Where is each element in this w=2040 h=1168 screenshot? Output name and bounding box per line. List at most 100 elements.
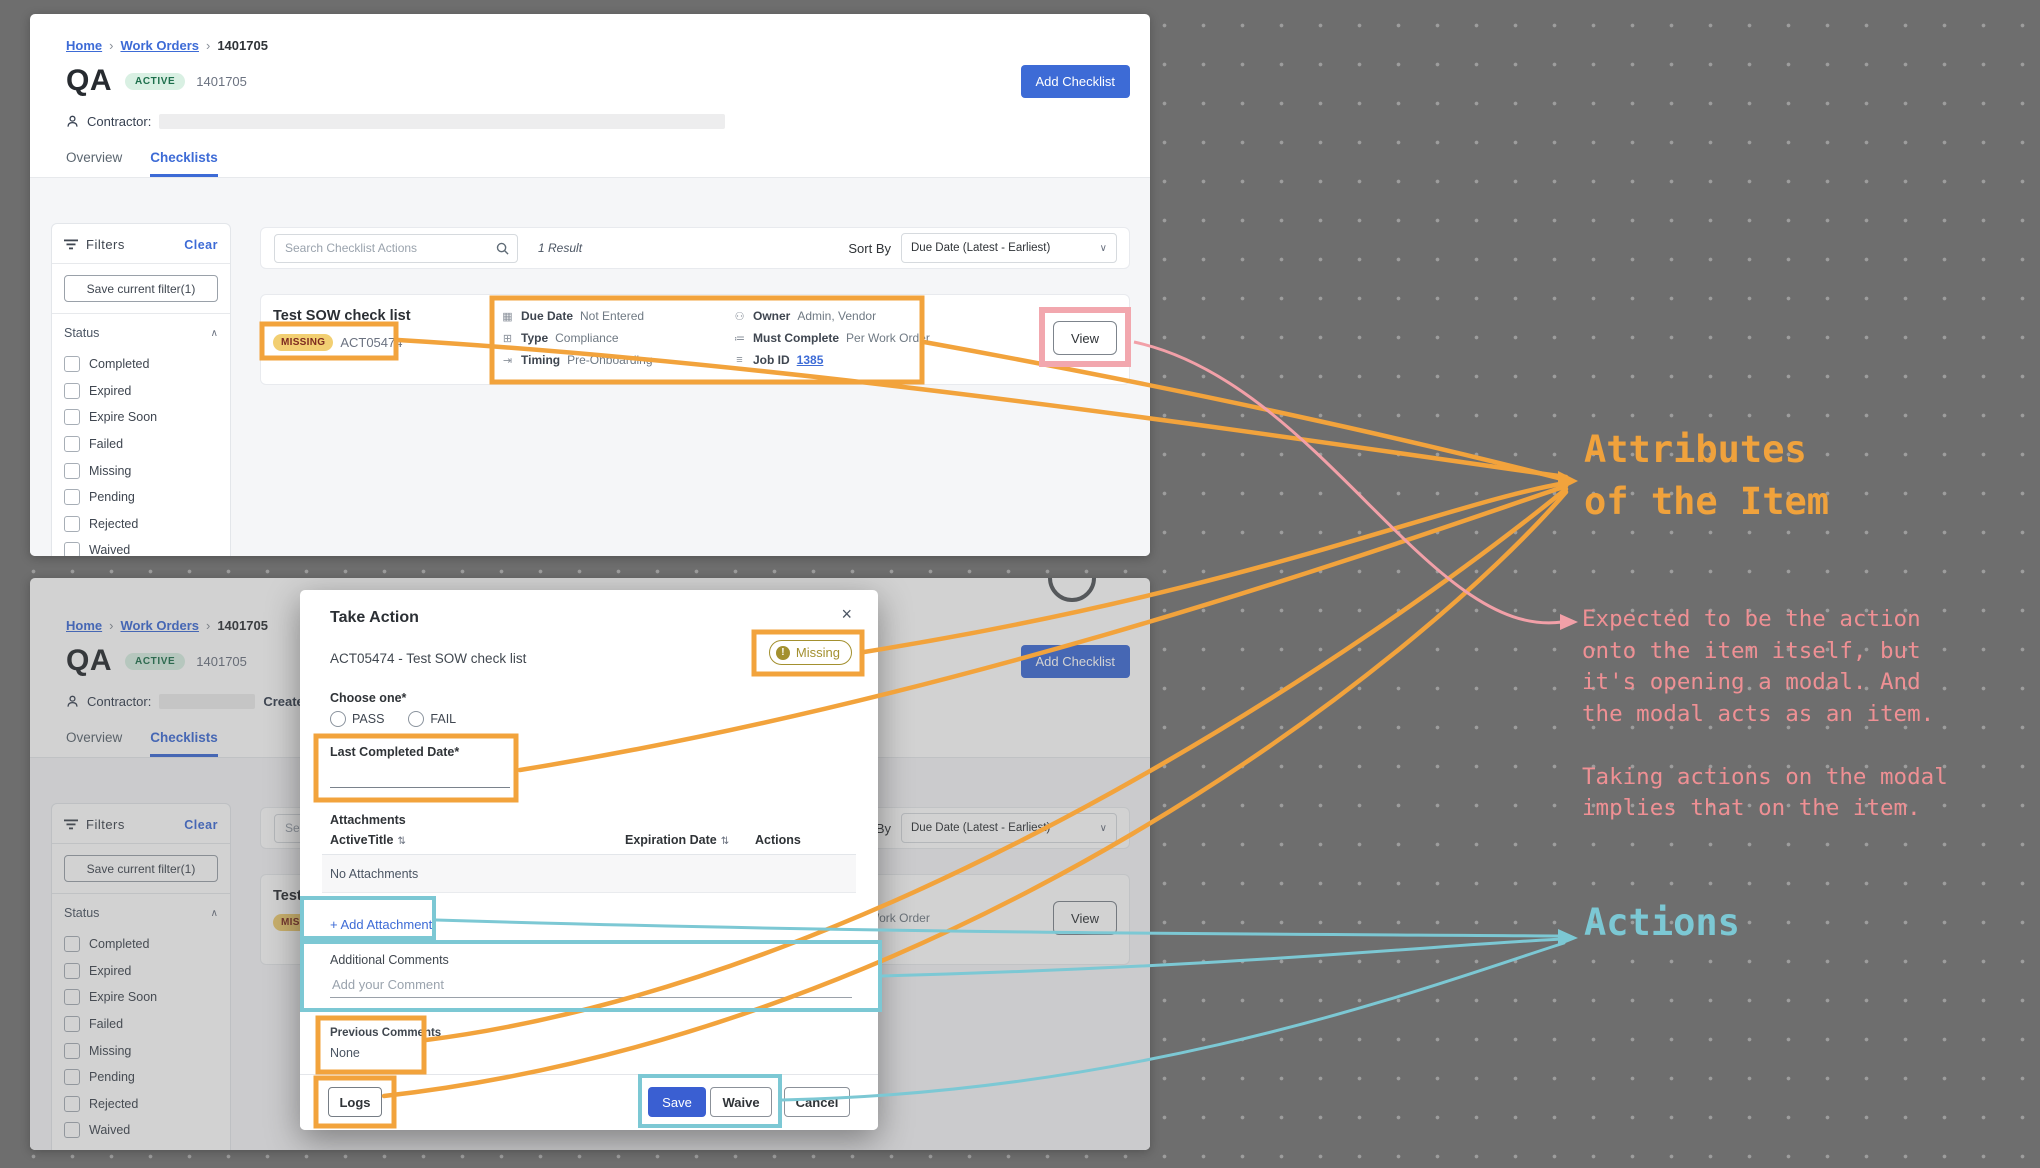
attribute-value: Pre-Onboarding [567,353,652,367]
screenshot-checklist-page: Home › Work Orders › 1401705 QA ACTIVE 1… [30,14,1150,556]
status-filter-pending[interactable]: Pending [64,484,218,511]
column-title[interactable]: Title⇅ [368,833,625,847]
annotation-note-line [1582,730,1948,762]
checkbox-label: Completed [89,357,149,371]
checkbox-label: Expired [89,384,131,398]
cancel-button[interactable]: Cancel [784,1087,850,1117]
arrow-right-icon: ⇥ [501,354,514,367]
sort-by-value: Due Date (Latest - Earliest) [911,242,1050,254]
radio-pass[interactable]: PASS [330,711,384,727]
sort-by-select[interactable]: Due Date (Latest - Earliest) ∨ [901,233,1117,263]
logs-button[interactable]: Logs [328,1087,382,1117]
status-badge: ACTIVE [125,73,185,90]
toolbar: 1 Result Sort By Due Date (Latest - Earl… [260,227,1130,269]
attribute-label: Owner [753,309,790,323]
attribute-value: Compliance [555,331,618,345]
annotation-note-line: the modal acts as an item. [1582,699,1948,731]
add-attachment-link[interactable]: + Add Attachment [330,917,432,932]
waive-button[interactable]: Waive [710,1087,772,1117]
checkbox-label: Failed [89,437,123,451]
annotation-note-line: Taking actions on the modal [1582,762,1948,794]
title-row: QA ACTIVE 1401705 Add Checklist [66,60,1130,102]
status-filter-completed[interactable]: Completed [64,351,218,378]
checkbox-label: Expire Soon [89,410,157,424]
choose-one-label: Choose one* [330,691,406,705]
tab-overview[interactable]: Overview [66,150,122,177]
no-attachments-row: No Attachments [322,854,856,893]
sort-icon: ⇅ [397,836,405,847]
last-completed-date-input[interactable] [330,763,510,788]
attachments-title: Attachments [330,813,406,827]
attribute-label: Due Date [521,309,573,323]
annotation-attributes-label: Attributesof the Item [1584,424,1829,528]
contractor-value-redacted [159,114,725,129]
annotation-note-line: onto the item itself, but [1582,636,1948,668]
checkbox-icon [64,356,80,372]
screenshot-with-modal: Home › Work Orders › 1401705 QA ACTIVE 1… [30,578,1150,1150]
checkbox-icon [64,489,80,505]
annotation-note-line: implies that on the item. [1582,793,1948,825]
modal-subtitle: ACT05474 - Test SOW check list [330,651,526,666]
radio-fail[interactable]: FAIL [408,711,456,727]
annotation-expected-note: Expected to be the actiononto the item i… [1582,604,1948,825]
sort-icon: ⇅ [721,836,729,847]
additional-comments-label: Additional Comments [330,953,449,967]
filters-clear-link[interactable]: Clear [184,238,218,252]
status-filter-waived[interactable]: Waived [64,537,218,556]
item-attribute-type: ⊞TypeCompliance [501,327,733,349]
item-attribute-owner: ⚇OwnerAdmin, Vendor [733,305,930,327]
filters-panel: Filters Clear Save current filter(1) Sta… [51,223,231,556]
checkbox-icon [64,516,80,532]
divider [52,263,230,264]
column-active: Active [330,833,368,847]
checkbox-label: Waived [89,543,130,556]
status-filter-expired[interactable]: Expired [64,378,218,405]
chevron-up-icon: ∧ [211,328,218,339]
add-checklist-button[interactable]: Add Checklist [1021,65,1130,98]
item-attribute-due-date: ▦Due DateNot Entered [501,305,733,327]
radio-circle-icon [330,711,346,727]
annotation-note-line: it's opening a modal. And [1582,667,1948,699]
column-actions: Actions [755,833,801,847]
breadcrumb-home[interactable]: Home [66,38,102,53]
take-action-modal: Take Action × ACT05474 - Test SOW check … [300,590,878,1130]
save-current-filter-button[interactable]: Save current filter(1) [64,275,218,302]
search-box [274,234,518,263]
search-input[interactable] [283,240,490,256]
list-icon: ≡ [733,354,746,366]
radio-pass-label: PASS [352,712,384,726]
status-filter-header[interactable]: Status ∧ [52,314,230,346]
breadcrumb-work-orders[interactable]: Work Orders [120,38,199,53]
contractor-row: Contractor: Created [66,114,725,129]
previous-comments-label: Previous Comments [330,1027,441,1039]
chevron-down-icon: ∨ [1100,243,1107,254]
filters-title: Filters [86,237,125,252]
additional-comments-input[interactable] [330,971,852,998]
previous-comments-value: None [330,1046,360,1060]
item-attribute-timing: ⇥TimingPre-Onboarding [501,349,733,371]
alert-icon: ! [776,646,790,660]
status-filter-rejected[interactable]: Rejected [64,511,218,538]
search-icon [496,242,509,255]
attribute-label: Job ID [753,353,790,367]
tab-checklists[interactable]: Checklists [150,150,218,177]
radio-circle-icon [408,711,424,727]
save-button[interactable]: Save [648,1087,706,1117]
close-icon[interactable]: × [841,604,852,625]
breadcrumb: Home › Work Orders › 1401705 [66,38,268,53]
checkbox-icon [64,463,80,479]
item-status-badge: MISSING [273,334,333,351]
status-filter-failed[interactable]: Failed [64,431,218,458]
calendar-icon: ▦ [501,310,514,323]
item-attributes: ▦Due DateNot Entered⊞TypeCompliance⇥Timi… [501,305,930,371]
column-expiration-date[interactable]: Expiration Date⇅ [625,833,755,847]
status-filter-expire-soon[interactable]: Expire Soon [64,404,218,431]
status-filter-missing[interactable]: Missing [64,457,218,484]
people-icon: ⚇ [733,310,746,323]
attribute-value-link[interactable]: 1385 [797,353,824,367]
view-button[interactable]: View [1053,321,1117,355]
modal-footer: Logs Save Waive Cancel [300,1074,878,1130]
attribute-value: Per Work Order [846,331,930,345]
breadcrumb-separator: › [109,38,113,53]
attachments-table-header: Active Title⇅ Expiration Date⇅ Actions [330,833,848,847]
